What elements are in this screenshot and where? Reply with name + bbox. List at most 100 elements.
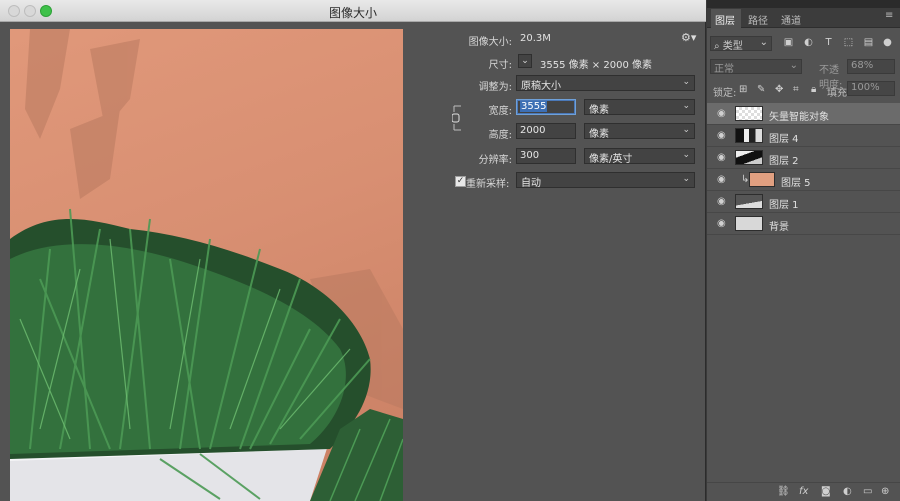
chevron-down-icon: ⌄ xyxy=(682,77,690,87)
fill-input[interactable]: 100% xyxy=(847,81,895,96)
blend-mode-select[interactable]: 正常 ⌄ xyxy=(710,59,802,75)
lock-all-icon[interactable]: 🔒︎ xyxy=(811,84,816,95)
eye-icon[interactable]: ◉ xyxy=(717,108,729,119)
fit-to-select[interactable]: 原稿大小 ⌄ xyxy=(516,75,695,92)
layer-thumbnail xyxy=(749,172,775,187)
gear-icon[interactable]: ⚙▾ xyxy=(681,31,696,44)
lock-position-icon[interactable]: ✥ xyxy=(775,84,783,95)
height-unit: 像素 xyxy=(589,129,609,140)
resample-selected: 自动 xyxy=(521,178,541,189)
fit-to-selected: 原稿大小 xyxy=(521,81,561,92)
chevron-down-icon: ⌄ xyxy=(759,37,768,48)
eye-icon[interactable]: ◉ xyxy=(717,152,729,163)
add-mask-icon[interactable]: ◙ xyxy=(821,486,831,497)
resolution-label: 分辨率: xyxy=(478,155,512,166)
resolution-unit: 像素/英寸 xyxy=(589,154,633,165)
filter-type-icon[interactable]: T xyxy=(823,38,834,48)
width-unit-select[interactable]: 像素 ⌄ xyxy=(584,99,695,116)
eye-icon[interactable]: ◉ xyxy=(717,130,729,141)
width-input[interactable]: 3555 xyxy=(516,99,576,115)
opacity-input[interactable]: 68% xyxy=(847,59,895,74)
lock-image-icon[interactable]: ✎ xyxy=(757,84,765,95)
height-unit-select[interactable]: 像素 ⌄ xyxy=(584,123,695,140)
title-bar: 图像大小 xyxy=(0,0,706,22)
layer-name: 图层 1 xyxy=(769,200,799,211)
lock-label: 锁定: xyxy=(713,88,737,99)
filter-adjustment-icon[interactable]: ◐ xyxy=(803,38,814,48)
opacity-value: 68% xyxy=(851,60,874,71)
fit-to-label: 调整为: xyxy=(478,82,512,93)
filter-shape-icon[interactable]: ⬚ xyxy=(843,38,854,48)
layer-name: 背景 xyxy=(769,222,789,233)
eye-icon[interactable]: ◉ xyxy=(717,174,729,185)
dimensions-unit-dropdown[interactable]: ⌄ xyxy=(518,54,532,68)
width-value: 3555 xyxy=(520,101,548,112)
image-preview[interactable] xyxy=(10,29,403,501)
layer-thumbnail xyxy=(735,128,763,143)
chevron-down-icon: ⌄ xyxy=(789,60,798,71)
layers-bottom-bar: ⛓ fx ◙ ◐ ▭ ⊕ xyxy=(707,482,900,501)
tab-paths[interactable]: 路径 xyxy=(748,12,768,27)
layer-row[interactable]: ◉ ↳ 图层 5 xyxy=(707,169,900,191)
chevron-down-icon: ⌄ xyxy=(521,56,529,66)
resample-checkbox[interactable]: ✓ xyxy=(455,176,466,187)
resample-select[interactable]: 自动 ⌄ xyxy=(516,172,695,189)
resolution-unit-select[interactable]: 像素/英寸 ⌄ xyxy=(584,148,695,165)
chevron-down-icon: ⌄ xyxy=(682,174,690,184)
panel-menu-icon[interactable]: ≡ xyxy=(885,10,893,21)
height-label: 高度: xyxy=(488,130,512,141)
lock-artboard-icon[interactable]: ⌗ xyxy=(793,84,799,95)
layer-row[interactable]: ◉ 图层 1 xyxy=(707,191,900,213)
new-group-icon[interactable]: ▭ xyxy=(863,486,872,497)
new-layer-icon[interactable]: ⊕ xyxy=(881,486,889,497)
chevron-down-icon: ⌄ xyxy=(682,101,690,111)
adjustment-layer-icon[interactable]: ◐ xyxy=(843,486,852,497)
image-size-dialog: 图像大小 图像大小: 20.3M ⚙▾ 尺寸: ⌄ 3555 像素 × 2000… xyxy=(0,0,706,501)
eye-icon[interactable]: ◉ xyxy=(717,218,729,229)
panel-tabs: 图层 路径 通道 ≡ xyxy=(707,8,900,28)
layer-row[interactable]: ◉ 矢量智能对象 xyxy=(707,103,900,125)
filter-kind: 类型 xyxy=(722,41,743,52)
resample-label: 重新采样: xyxy=(466,179,510,190)
image-size-label: 图像大小: xyxy=(468,37,512,48)
lock-transparent-icon[interactable]: ⊞ xyxy=(739,84,747,95)
resolution-input[interactable]: 300 xyxy=(516,148,576,164)
resolution-value: 300 xyxy=(520,150,540,161)
width-unit: 像素 xyxy=(589,105,609,116)
layer-thumbnail xyxy=(735,216,763,231)
layers-panel: 图层 路径 通道 ≡ ⌕ 类型 ⌄ ▣ ◐ T ⬚ ▤ ● 正常 ⌄ 不透明度:… xyxy=(707,0,900,501)
preview-artwork xyxy=(10,29,403,501)
width-label: 宽度: xyxy=(488,106,512,117)
search-icon: ⌕ xyxy=(714,41,720,52)
image-size-value: 20.3M xyxy=(520,33,551,44)
dialog-title: 图像大小 xyxy=(328,6,377,20)
filter-toggle-icon[interactable]: ● xyxy=(882,38,893,48)
chevron-down-icon: ⌄ xyxy=(682,150,690,160)
layer-name: 矢量智能对象 xyxy=(769,112,829,123)
link-layers-icon[interactable]: ⛓ xyxy=(777,486,790,497)
filter-smart-object-icon[interactable]: ▤ xyxy=(863,38,874,48)
chevron-down-icon: ⌄ xyxy=(682,125,690,135)
filter-pixel-icon[interactable]: ▣ xyxy=(783,38,794,48)
height-input[interactable]: 2000 xyxy=(516,123,576,139)
layer-name: 图层 2 xyxy=(769,156,799,167)
layer-name: 图层 5 xyxy=(781,178,811,189)
layer-thumbnail xyxy=(735,194,763,209)
fx-icon[interactable]: fx xyxy=(799,486,808,497)
tab-channels[interactable]: 通道 xyxy=(781,12,801,27)
layer-thumbnail xyxy=(735,106,763,121)
layer-row[interactable]: ◉ 图层 2 xyxy=(707,147,900,169)
layer-filter-select[interactable]: ⌕ 类型 ⌄ xyxy=(710,36,772,52)
panel-header-strip xyxy=(707,0,900,8)
layer-name: 图层 4 xyxy=(769,134,799,145)
height-value: 2000 xyxy=(520,125,546,136)
fill-value: 100% xyxy=(851,82,880,93)
dimensions-value: 3555 像素 × 2000 像素 xyxy=(540,60,652,71)
blend-mode-value: 正常 xyxy=(714,64,734,75)
dimensions-label: 尺寸: xyxy=(488,60,512,71)
layer-row[interactable]: ◉ 图层 4 xyxy=(707,125,900,147)
layer-row[interactable]: ◉ 背景 xyxy=(707,213,900,235)
layer-thumbnail xyxy=(735,150,763,165)
tab-layers[interactable]: 图层 xyxy=(715,12,735,27)
eye-icon[interactable]: ◉ xyxy=(717,196,729,207)
